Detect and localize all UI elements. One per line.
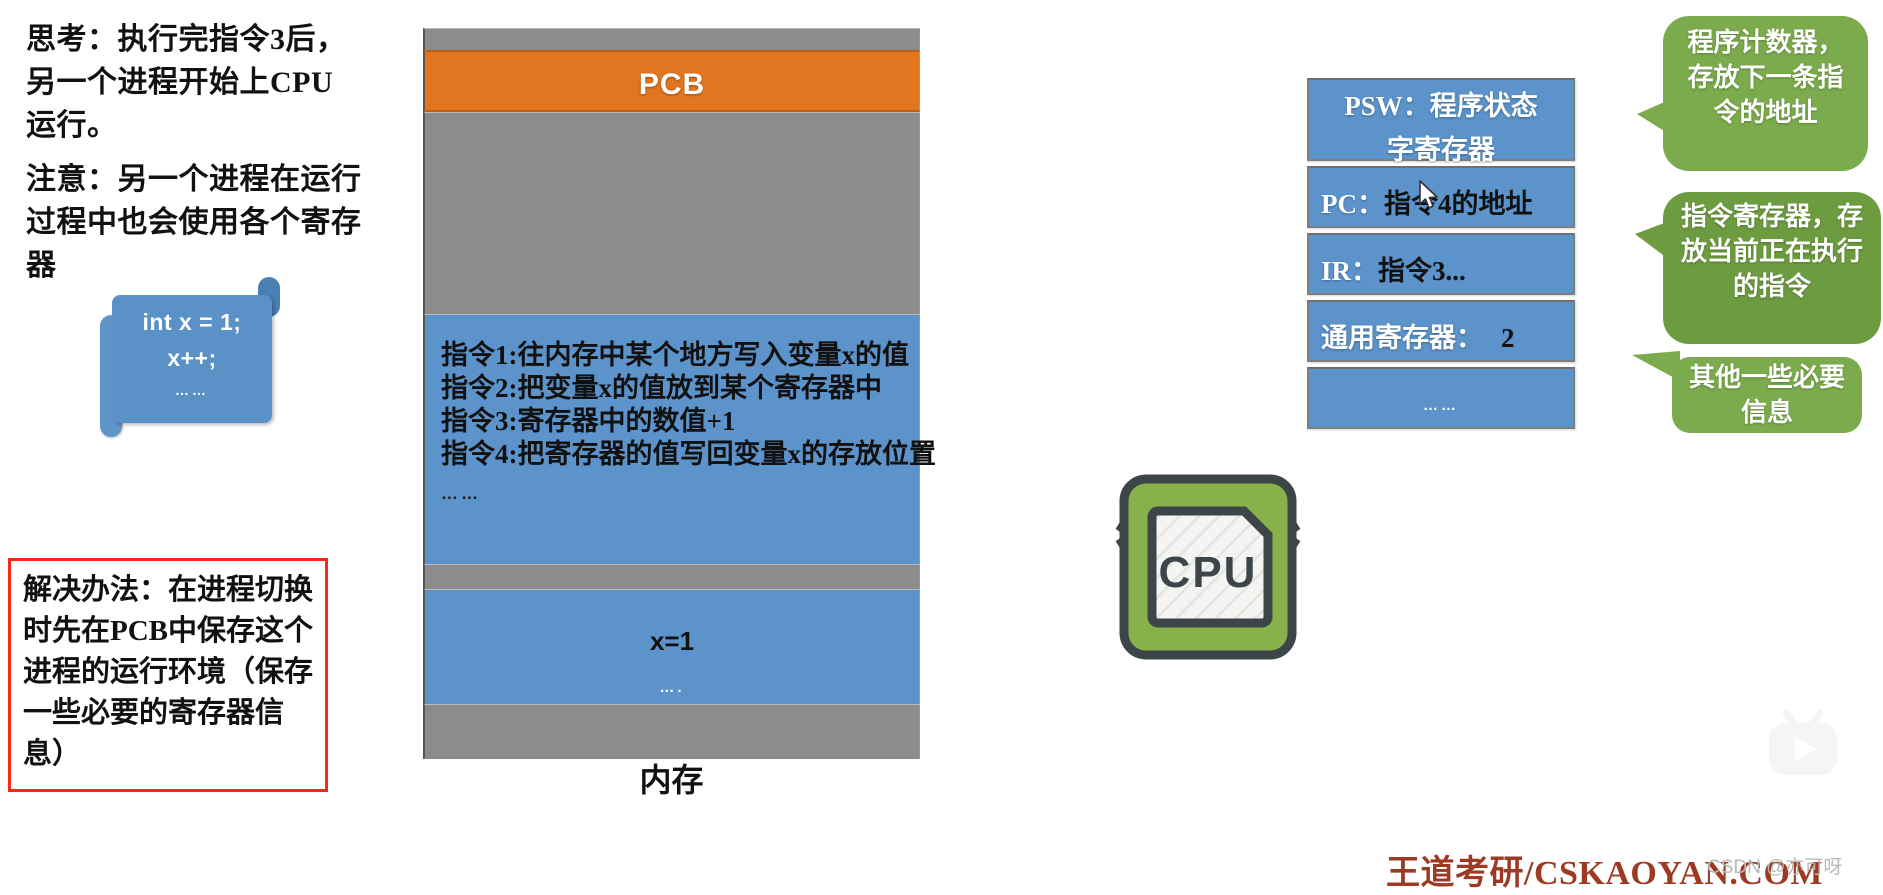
memory-block-data: x=1 …. bbox=[423, 589, 920, 704]
csdn-watermark: CSDN @亦可呀 bbox=[1707, 857, 1843, 878]
register-psw-line1: PSW：程序状态 bbox=[1344, 91, 1538, 121]
scroll-sheet: int x = 1; x++; …… bbox=[112, 295, 272, 423]
instruction-line: 指令4:把寄存器的值写回变量x的存放位置 bbox=[441, 439, 936, 469]
callout-instruction-register: 指令寄存器，存放当前正在执行的指令 bbox=[1635, 192, 1881, 344]
cpu-chip-icon: CPU bbox=[1108, 467, 1308, 667]
code-line-2: x++; bbox=[167, 345, 217, 371]
data-value: x=1 bbox=[649, 626, 695, 656]
memory-block-top-gray bbox=[423, 28, 920, 50]
code-line-3: …… bbox=[175, 382, 209, 398]
callout-pc-text: 程序计数器，存放下一条指令的地址 bbox=[1687, 28, 1844, 127]
callout-ir-tail-icon bbox=[1635, 222, 1667, 258]
callout-other-info: 其他一些必要信息 bbox=[1632, 351, 1862, 433]
memory-block-gray-3 bbox=[423, 564, 920, 589]
memory-block-instructions: 指令1:往内存中某个地方写入变量x的值 指令2:把变量x的值放到某个寄存器中 指… bbox=[423, 314, 936, 564]
memory-block-bottom-gray bbox=[423, 704, 920, 759]
register-pc: PC：指令4的地址 bbox=[1307, 166, 1575, 228]
register-stack: PSW：程序状态 字寄存器 PC：指令4的地址 IR：指令3... 通用寄存器：… bbox=[1307, 78, 1575, 434]
register-general-purpose: 通用寄存器： 2 bbox=[1307, 300, 1575, 362]
register-ir-prefix: IR： bbox=[1321, 256, 1379, 286]
instruction-line: 指令1:往内存中某个地方写入变量x的值 bbox=[441, 340, 909, 370]
mouse-cursor-icon bbox=[1418, 180, 1440, 212]
callout-ir-text: 指令寄存器，存放当前正在执行的指令 bbox=[1680, 202, 1863, 301]
video-player-watermark-icon bbox=[1759, 707, 1847, 785]
memory-diagram: PCB 指令1:往内存中某个地方写入变量x的值 指令2:把变量x的值放到某个寄存… bbox=[423, 28, 936, 759]
register-gp-prefix: 通用寄存器： bbox=[1321, 323, 1483, 353]
code-scroll-graphic: int x = 1; x++; …… bbox=[100, 277, 280, 440]
register-ir-value: 指令3... bbox=[1378, 256, 1466, 286]
cpu-chip-svg: CPU bbox=[1115, 474, 1301, 660]
register-pc-prefix: PC： bbox=[1321, 189, 1384, 219]
memory-caption: 内存 bbox=[639, 762, 704, 798]
instruction-line: 指令3:寄存器中的数值+1 bbox=[441, 406, 736, 436]
pcb-label: PCB bbox=[638, 68, 706, 101]
instruction-line: 指令2:把变量x的值放到某个寄存器中 bbox=[441, 373, 882, 403]
code-line-1: int x = 1; bbox=[142, 309, 242, 335]
register-pc-value: 指令4的地址 bbox=[1384, 189, 1533, 219]
register-gp-value: 2 bbox=[1501, 323, 1515, 353]
register-psw-line2: 字寄存器 bbox=[1387, 135, 1495, 165]
register-ir: IR：指令3... bbox=[1307, 233, 1575, 295]
solution-callout-box: 解决办法：在进程切换时先在PCB中保存这个进程的运行环境（保存一些必要的寄存器信… bbox=[8, 558, 328, 792]
callout-program-counter: 程序计数器，存放下一条指令的地址 bbox=[1637, 16, 1868, 171]
register-more: …… bbox=[1307, 367, 1575, 429]
callout-pc-tail-icon bbox=[1637, 100, 1669, 134]
callout-other-tail-icon bbox=[1632, 351, 1680, 381]
note-attention: 注意：另一个进程在运行过程中也会使用各个寄存器 bbox=[26, 163, 362, 282]
cpu-chip-label: CPU bbox=[1159, 548, 1258, 597]
memory-block-pcb: PCB bbox=[423, 50, 920, 112]
register-more-ellipsis: …… bbox=[1423, 397, 1459, 414]
solution-text: 解决办法：在进程切换时先在PCB中保存这个进程的运行环境（保存一些必要的寄存器信… bbox=[23, 574, 314, 770]
data-ellipsis: …. bbox=[659, 679, 685, 696]
note-think: 思考：执行完指令3后，另一个进程开始上CPU运行。 bbox=[26, 23, 347, 142]
register-psw: PSW：程序状态 字寄存器 bbox=[1307, 78, 1575, 165]
memory-block-gray-2 bbox=[423, 112, 920, 314]
callout-other-text: 其他一些必要信息 bbox=[1688, 363, 1845, 427]
instructions-ellipsis: …… bbox=[441, 484, 481, 503]
